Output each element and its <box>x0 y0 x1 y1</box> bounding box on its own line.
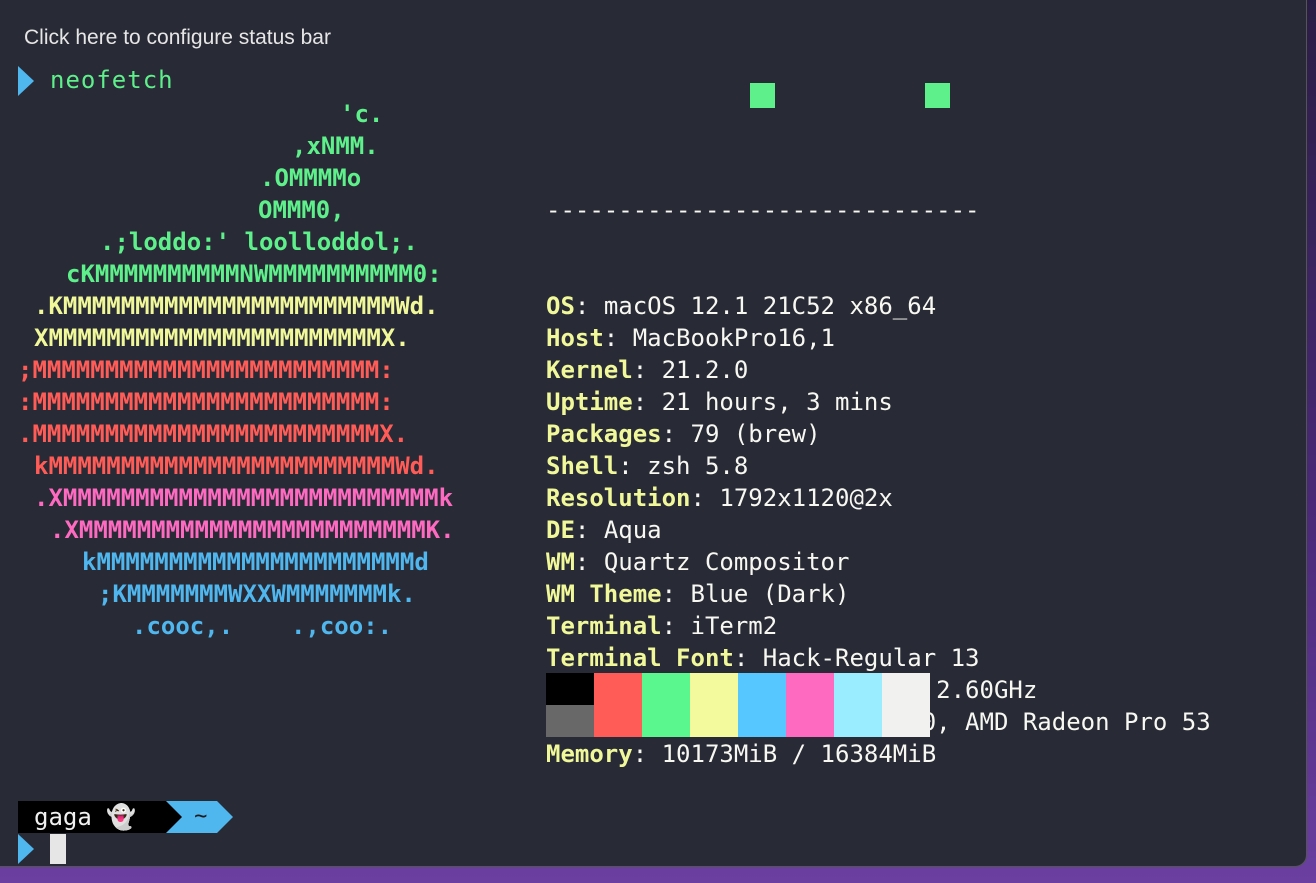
info-value: 10173MiB / 16384MiB <box>661 740 937 768</box>
terminal-window[interactable]: Click here to configure status bar neofe… <box>0 0 1307 867</box>
info-row: Shell: zsh 5.8 <box>546 450 1211 482</box>
command-text: neofetch <box>50 66 174 94</box>
palette-swatch <box>690 673 738 705</box>
info-key: WM <box>546 548 575 576</box>
palette-swatch <box>834 705 882 737</box>
info-value: 79 (brew) <box>690 420 821 448</box>
logo-line: 'c. <box>340 100 384 128</box>
palette-swatch <box>738 705 786 737</box>
info-colon: : <box>632 356 662 384</box>
info-row: Host: MacBookPro16,1 <box>546 322 1211 354</box>
info-key: Uptime <box>546 388 633 416</box>
info-value: macOS 12.1 21C52 x86_64 <box>603 292 937 320</box>
prompt-user-segment: gaga 👻 <box>18 801 183 833</box>
info-colon: : <box>632 740 662 768</box>
logo-line: cKMMMMMMMMMMNWMMMMMMMMMM0: <box>66 260 442 288</box>
title-block-right <box>925 83 950 108</box>
info-colon: : <box>661 580 691 608</box>
info-value: Blue (Dark) <box>690 580 850 608</box>
info-value: zsh 5.8 <box>647 452 749 480</box>
title-block-left <box>750 83 775 108</box>
info-key: WM Theme <box>546 580 662 608</box>
info-key: Memory <box>546 740 633 768</box>
info-colon: : <box>574 292 604 320</box>
palette-swatch <box>834 673 882 705</box>
logo-line: XMMMMMMMMMMMMMMMMMMMMMMMX. <box>34 324 410 352</box>
info-key: Resolution <box>546 484 691 512</box>
color-palette <box>546 673 930 737</box>
prompt-arrow-icon <box>18 834 34 864</box>
info-value: 1792x1120@2x <box>719 484 893 512</box>
palette-swatch <box>882 673 930 705</box>
palette-swatch <box>642 705 690 737</box>
logo-line: kMMMMMMMMMMMMMMMMMMMMMMMMWd. <box>34 452 439 480</box>
info-colon: : <box>690 484 720 512</box>
logo-line: .XMMMMMMMMMMMMMMMMMMMMMMMMMMk <box>34 484 454 512</box>
logo-line: kMMMMMMMMMMMMMMMMMMMMMMd <box>82 548 429 576</box>
palette-swatch <box>786 705 834 737</box>
info-value: 21 hours, 3 mins <box>661 388 893 416</box>
info-key: DE <box>546 516 575 544</box>
prompt-segments: gaga 👻 ~ <box>18 801 234 833</box>
info-colon: : <box>574 548 604 576</box>
info-colon: : <box>661 420 691 448</box>
logo-line: ;KMMMMMMMWXXWMMMMMMMk. <box>98 580 416 608</box>
info-row: Terminal Font: Hack-Regular 13 <box>546 642 1211 674</box>
info-row: WM Theme: Blue (Dark) <box>546 578 1211 610</box>
info-colon: : <box>632 388 662 416</box>
info-value: iTerm2 <box>690 612 778 640</box>
palette-swatch <box>642 673 690 705</box>
info-key: Host <box>546 324 604 352</box>
info-value: Aqua <box>603 516 662 544</box>
info-key: Shell <box>546 452 619 480</box>
palette-swatch <box>786 673 834 705</box>
info-value: Hack-Regular 13 <box>762 644 980 672</box>
info-colon: : <box>618 452 648 480</box>
info-row: DE: Aqua <box>546 514 1211 546</box>
info-key: Terminal <box>546 612 662 640</box>
info-row: Memory: 10173MiB / 16384MiB <box>546 738 1211 770</box>
logo-line: .KMMMMMMMMMMMMMMMMMMMMMMMWd. <box>34 292 439 320</box>
info-key: Packages <box>546 420 662 448</box>
palette-swatch <box>546 705 594 737</box>
info-row: Terminal: iTerm2 <box>546 610 1211 642</box>
info-row: WM: Quartz Compositor <box>546 546 1211 578</box>
logo-line: .MMMMMMMMMMMMMMMMMMMMMMMMX. <box>18 420 409 448</box>
logo-line: :MMMMMMMMMMMMMMMMMMMMMMMM: <box>18 388 394 416</box>
status-bar-config-link[interactable]: Click here to configure status bar <box>24 26 331 50</box>
palette-swatch <box>690 705 738 737</box>
palette-swatch <box>594 673 642 705</box>
info-key: Kernel <box>546 356 633 384</box>
info-value: Quartz Compositor <box>603 548 850 576</box>
prompt-arrow-icon <box>18 66 34 96</box>
info-value: 21.2.0 <box>661 356 749 384</box>
info-colon: : <box>603 324 633 352</box>
info-row: Packages: 79 (brew) <box>546 418 1211 450</box>
palette-swatch <box>882 705 930 737</box>
info-key: Terminal Font <box>546 644 734 672</box>
palette-swatch <box>594 705 642 737</box>
info-row: OS: macOS 12.1 21C52 x86_64 <box>546 290 1211 322</box>
text-cursor[interactable] <box>50 834 66 864</box>
info-row: Uptime: 21 hours, 3 mins <box>546 386 1211 418</box>
info-row: Kernel: 21.2.0 <box>546 354 1211 386</box>
logo-line: .cooc,. .,coo:. <box>132 612 393 640</box>
info-value: MacBookPro16,1 <box>632 324 835 352</box>
palette-swatch <box>738 673 786 705</box>
info-row: Resolution: 1792x1120@2x <box>546 482 1211 514</box>
separator-line: ------------------------------ <box>546 196 980 224</box>
logo-line: ;MMMMMMMMMMMMMMMMMMMMMMMM: <box>18 356 394 384</box>
info-key: OS <box>546 292 575 320</box>
logo-line: ,xNMM. <box>292 132 379 160</box>
info-colon: : <box>733 644 763 672</box>
palette-swatch <box>546 673 594 705</box>
logo-line: OMMM0, <box>258 196 345 224</box>
info-colon: : <box>661 612 691 640</box>
info-colon: : <box>574 516 604 544</box>
logo-line: .;loddo:' loolloddol;. <box>100 228 418 256</box>
logo-line: .XMMMMMMMMMMMMMMMMMMMMMMMMK. <box>50 516 455 544</box>
logo-line: .OMMMMo <box>260 164 362 192</box>
